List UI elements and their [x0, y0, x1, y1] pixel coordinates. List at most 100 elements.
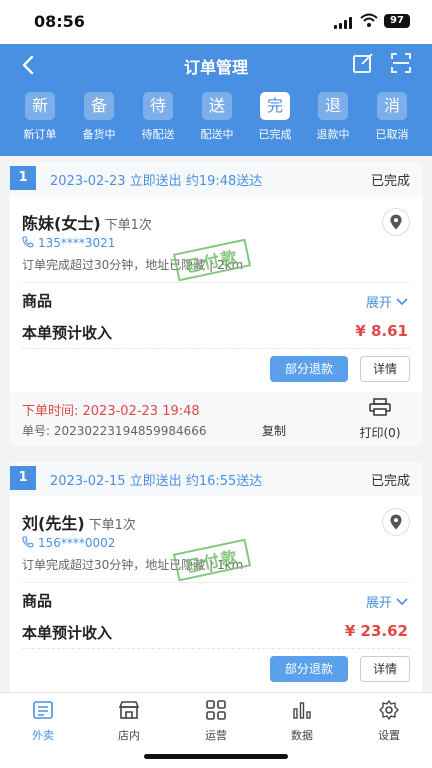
goods-label: 商品 [22, 292, 53, 310]
location-pin-icon[interactable] [382, 508, 410, 536]
tab-preparing-icon: 备 [84, 92, 114, 120]
bottom-nav-label: 数据 [291, 729, 313, 742]
divider [22, 282, 410, 283]
bottom-nav-operations[interactable]: 运营 [186, 699, 246, 743]
order-time: 下单时间: 2023-02-23 19:48 [22, 404, 200, 419]
customer-name: 刘(先生) 下单1次 [22, 510, 136, 534]
divider [22, 648, 410, 649]
customer-phone[interactable]: 156****0002 [22, 536, 115, 550]
signal-icon [334, 17, 354, 29]
paid-stamp: 已付款 [172, 238, 252, 282]
wifi-icon [360, 13, 378, 27]
bottom-nav-store[interactable]: 店内 [99, 699, 159, 743]
gear-icon [379, 700, 399, 720]
app-header: 订单管理 新 新订单 备 备货中 待 待配送 送 配送中 完 已完成 退 退款中… [0, 44, 432, 156]
income-amount: ¥ 23.62 [344, 622, 408, 640]
bottom-nav-label: 店内 [118, 729, 140, 742]
order-status: 已完成 [370, 174, 410, 189]
phone-icon [22, 236, 34, 248]
expand-goods-toggle[interactable]: 展开 [366, 592, 408, 611]
bottom-nav-label: 外卖 [32, 729, 54, 742]
order-body: 陈妹(女士) 下单1次 135****3021 订单完成超过30分钟，地址已隐藏 … [10, 196, 422, 392]
tab-cancelled-icon: 消 [377, 92, 407, 120]
order-delivery-info: 2023-02-15 立即送出 约16:55送达 [50, 474, 263, 489]
divider [22, 582, 410, 583]
expand-label: 展开 [365, 296, 392, 311]
income-label: 本单预计收入 [22, 324, 113, 342]
order-index-badge: 1 [10, 466, 36, 490]
tab-preparing[interactable]: 备 备货中 [74, 92, 124, 142]
order-card: 1 2023-02-15 立即送出 约16:55送达 已完成 刘(先生) 下单1次… [10, 462, 422, 692]
bar-chart-icon [293, 702, 311, 719]
tab-new-orders-icon: 新 [25, 92, 55, 120]
tab-refunding-icon: 退 [318, 92, 348, 120]
home-indicator [144, 754, 288, 759]
edit-icon[interactable] [352, 52, 374, 74]
order-card: 1 2023-02-23 立即送出 约19:48送达 已完成 陈妹(女士) 下单1… [10, 162, 422, 452]
tab-delivering[interactable]: 送 配送中 [192, 92, 242, 142]
tab-cancelled[interactable]: 消 已取消 [367, 92, 417, 142]
income-amount: ¥ 8.61 [355, 322, 408, 340]
expand-label: 展开 [365, 596, 392, 611]
order-body: 刘(先生) 下单1次 156****0002 订单完成超过30分钟，地址已隐藏 |… [10, 496, 422, 692]
tab-label: 退款中 [316, 128, 350, 141]
order-footer: 下单时间: 2023-02-23 19:48 单号: 2023022319485… [10, 392, 422, 446]
tab-completed-icon: 完 [260, 92, 290, 120]
store-icon [118, 701, 140, 719]
customer-name: 陈妹(女士) 下单1次 [22, 210, 152, 234]
tab-refunding[interactable]: 退 退款中 [308, 92, 358, 142]
detail-button[interactable]: 详情 [360, 356, 410, 382]
location-pin-icon[interactable] [382, 208, 410, 236]
customer-name-text: 陈妹(女士) [22, 214, 101, 233]
tab-label: 待配送 [141, 128, 175, 141]
tab-label: 新订单 [23, 128, 57, 141]
tab-label: 已取消 [375, 128, 409, 141]
customer-phone[interactable]: 135****3021 [22, 236, 115, 250]
detail-button[interactable]: 详情 [360, 656, 410, 682]
chevron-down-icon [396, 298, 408, 306]
income-label: 本单预计收入 [22, 624, 113, 642]
tab-completed[interactable]: 完 已完成 [250, 92, 300, 142]
tab-label: 备货中 [82, 128, 116, 141]
grid-icon [206, 700, 226, 720]
partial-refund-button[interactable]: 部分退款 [270, 656, 348, 682]
tab-label: 已完成 [258, 128, 292, 141]
order-count: 下单1次 [104, 218, 152, 233]
bottom-nav-settings[interactable]: 设置 [359, 699, 419, 743]
order-delivery-info: 2023-02-23 立即送出 约19:48送达 [50, 174, 263, 189]
expand-goods-toggle[interactable]: 展开 [366, 292, 408, 311]
order-header: 1 2023-02-23 立即送出 约19:48送达 已完成 [10, 162, 422, 196]
customer-name-text: 刘(先生) [22, 514, 85, 533]
status-time: 08:56 [34, 12, 85, 31]
order-index-badge: 1 [10, 166, 36, 190]
tab-awaiting-delivery-icon: 待 [143, 92, 173, 120]
customer-phone-text: 156****0002 [38, 536, 116, 550]
bottom-nav-data[interactable]: 数据 [272, 699, 332, 743]
bottom-nav-label: 设置 [378, 729, 400, 742]
chevron-down-icon [396, 598, 408, 606]
bottom-nav-label: 运营 [205, 729, 227, 742]
customer-phone-text: 135****3021 [38, 236, 116, 250]
tab-label: 配送中 [200, 128, 234, 141]
tab-new-orders[interactable]: 新 新订单 [15, 92, 65, 142]
order-status: 已完成 [370, 474, 410, 489]
order-number: 单号: 20230223194859984666 [22, 424, 207, 438]
order-status-tabs: 新 新订单 备 备货中 待 待配送 送 配送中 完 已完成 退 退款中 消 已取… [0, 92, 432, 152]
tab-awaiting-delivery[interactable]: 待 待配送 [133, 92, 183, 142]
partial-refund-button[interactable]: 部分退款 [270, 356, 348, 382]
phone-icon [22, 536, 34, 548]
printer-icon [369, 398, 391, 416]
takeout-icon [33, 701, 53, 719]
tab-delivering-icon: 送 [202, 92, 232, 120]
bottom-nav-takeout[interactable]: 外卖 [13, 699, 73, 743]
paid-stamp: 已付款 [172, 538, 252, 582]
goods-label: 商品 [22, 592, 53, 610]
divider [22, 348, 410, 349]
scan-icon[interactable] [390, 52, 412, 74]
copy-button[interactable]: 复制 [262, 422, 286, 439]
order-count: 下单1次 [88, 518, 136, 533]
print-button[interactable]: 打印(0) [352, 398, 408, 441]
battery-icon: 97 [384, 14, 410, 28]
status-bar: 08:56 97 [0, 0, 432, 44]
order-header: 1 2023-02-15 立即送出 约16:55送达 已完成 [10, 462, 422, 496]
